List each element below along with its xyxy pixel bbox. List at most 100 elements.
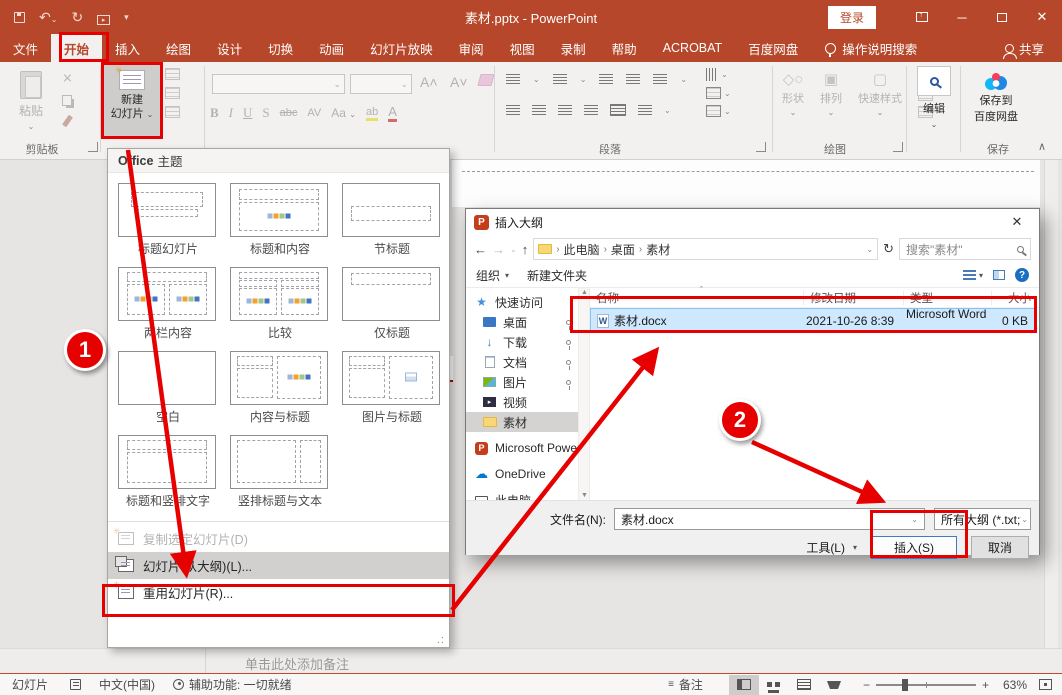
tell-me-search[interactable]: 操作说明搜索 [825,34,917,62]
sidebar-item-sucai-folder[interactable]: 素材 [466,412,578,432]
search-input[interactable]: 搜索"素材" [899,238,1031,260]
filename-input[interactable]: 素材.docx ⌄ [614,508,925,530]
layout-title-content[interactable]: 标题和内容 [230,183,330,257]
filename-dropdown-icon[interactable]: ⌄ [911,515,918,524]
forward-icon[interactable]: → [492,242,505,257]
layout-comparison[interactable]: 比较 [230,267,330,341]
normal-view-button[interactable] [729,675,759,695]
distribute-icon[interactable] [610,104,626,116]
organize-button[interactable]: 组织▾ [476,267,509,284]
tab-review[interactable]: 审阅 [446,34,497,62]
layout-blank[interactable]: 空白 [118,351,218,425]
clipboard-dialog-launcher-icon[interactable] [88,142,98,152]
sign-in-button[interactable]: 登录 [828,6,876,29]
accessibility-status[interactable]: 辅助功能: 一切就绪 [173,676,292,693]
cancel-button[interactable]: 取消 [971,536,1029,559]
copy-icon[interactable] [62,95,72,106]
notes-toggle-button[interactable]: ≡备注 [668,676,703,693]
zoom-slider-thumb[interactable] [902,679,908,691]
layout-title-vertical[interactable]: 标题和竖排文字 [118,435,218,509]
decrease-indent-icon[interactable] [599,74,613,84]
save-icon[interactable] [14,12,25,23]
up-icon[interactable]: ↑ [522,242,529,257]
address-dropdown-icon[interactable]: ⌄ [866,245,873,254]
tab-help[interactable]: 帮助 [599,34,650,62]
tab-draw[interactable]: 绘图 [153,34,204,62]
clear-formatting-icon[interactable] [477,74,494,86]
layout-icon[interactable] [165,68,180,80]
layout-title-only[interactable]: 仅标题 [342,267,442,341]
align-center-icon[interactable] [532,105,546,115]
sidebar-item-videos[interactable]: ▸视频 [466,392,578,412]
highlight-color-button[interactable]: ab [366,106,378,121]
new-folder-button[interactable]: 新建文件夹 [527,267,587,284]
filter-dropdown-icon[interactable]: ⌄ [1021,515,1028,524]
section-icon[interactable] [165,106,180,118]
tab-home[interactable]: 开始 [51,34,102,62]
sidebar-item-onedrive[interactable]: ☁OneDrive [466,464,578,484]
align-right-icon[interactable] [558,105,572,115]
customize-qat-icon[interactable]: ▾ [124,13,129,22]
text-shadow-button[interactable]: S [262,105,269,121]
numbering-icon[interactable] [553,74,567,84]
slide-area[interactable] [452,160,1040,207]
sidebar-item-documents[interactable]: 文档 [466,352,578,372]
menu-resize-handle[interactable] [437,634,445,646]
reset-slide-icon[interactable] [165,87,180,99]
zoom-level[interactable]: 63% [1003,678,1027,692]
help-icon[interactable] [1015,268,1029,282]
redo-icon[interactable]: ↻ [71,10,83,24]
line-spacing-icon[interactable] [653,74,667,84]
change-case-button[interactable]: Aa ⌄ [331,106,356,120]
recent-locations-icon[interactable]: ⌄ [510,245,517,254]
menu-item-reuse-slides[interactable]: 重用幻灯片(R)... [108,579,449,606]
undo-icon[interactable]: ↶⌄ [39,10,57,24]
breadcrumb-this-pc[interactable]: 此电脑 [564,241,600,258]
justify-icon[interactable] [584,105,598,115]
breadcrumb-sucai[interactable]: 素材 [646,241,670,258]
font-size-combo[interactable]: ⌄ [350,74,412,94]
reading-view-button[interactable] [789,675,819,695]
zoom-out-icon[interactable]: − [863,678,870,692]
vertical-scrollbar[interactable]: ▼ [1044,160,1058,672]
sidebar-item-pictures[interactable]: 图片 [466,372,578,392]
italic-button[interactable]: I [229,105,233,121]
zoom-in-icon[interactable]: + [982,678,989,692]
ribbon-display-options-icon[interactable] [902,0,942,34]
convert-smartart-icon[interactable] [706,105,721,117]
layout-two-content[interactable]: 两栏内容 [118,267,218,341]
shrink-font-icon[interactable]: A˅ [450,74,468,90]
proofing-icon[interactable] [70,679,81,690]
quick-styles-button[interactable]: ▢ 快速样式⌄ [858,70,902,117]
paste-button[interactable]: 粘贴 ⌄ [8,66,54,138]
tab-file[interactable]: 文件 [0,34,51,62]
arrange-button[interactable]: ▣ 排列⌄ [820,70,842,117]
bold-button[interactable]: B [210,105,219,121]
grow-font-icon[interactable]: A˄ [420,74,438,90]
maximize-button[interactable] [982,0,1022,34]
refresh-icon[interactable]: ↻ [883,241,894,257]
font-color-button[interactable]: A [388,104,397,122]
collapse-ribbon-icon[interactable]: ∧ [1038,140,1046,153]
breadcrumb-desktop[interactable]: 桌面 [611,241,635,258]
column-header-type[interactable]: 类型 [903,291,991,305]
format-painter-icon[interactable] [62,115,73,128]
new-slide-button[interactable]: 新建 幻灯片 ⌄ [104,64,160,138]
drawing-dialog-launcher-icon[interactable] [893,142,903,152]
save-to-baidu-button[interactable]: 保存到 百度网盘 [966,66,1026,138]
bullets-icon[interactable] [506,74,520,84]
tab-design[interactable]: 设计 [204,34,255,62]
tab-insert[interactable]: 插入 [102,34,153,62]
share-button[interactable]: 共享 [1005,34,1062,62]
preview-pane-icon[interactable] [993,270,1005,280]
file-row[interactable]: 素材.docx2021-10-26 8:39Microsoft Word ...… [590,308,1037,333]
minimize-button[interactable]: ─ [942,0,982,34]
language-indicator[interactable]: 中文(中国) [99,676,155,693]
tab-baidu-netdisk[interactable]: 百度网盘 [735,34,811,62]
editing-button[interactable]: 编辑 ⌄ [914,66,954,138]
notes-placeholder[interactable]: 单击此处添加备注 [245,654,349,673]
font-name-combo[interactable]: ⌄ [212,74,345,94]
tab-record[interactable]: 录制 [548,34,599,62]
columns-icon[interactable] [638,105,652,115]
cut-icon[interactable]: ⨯ [62,70,73,86]
